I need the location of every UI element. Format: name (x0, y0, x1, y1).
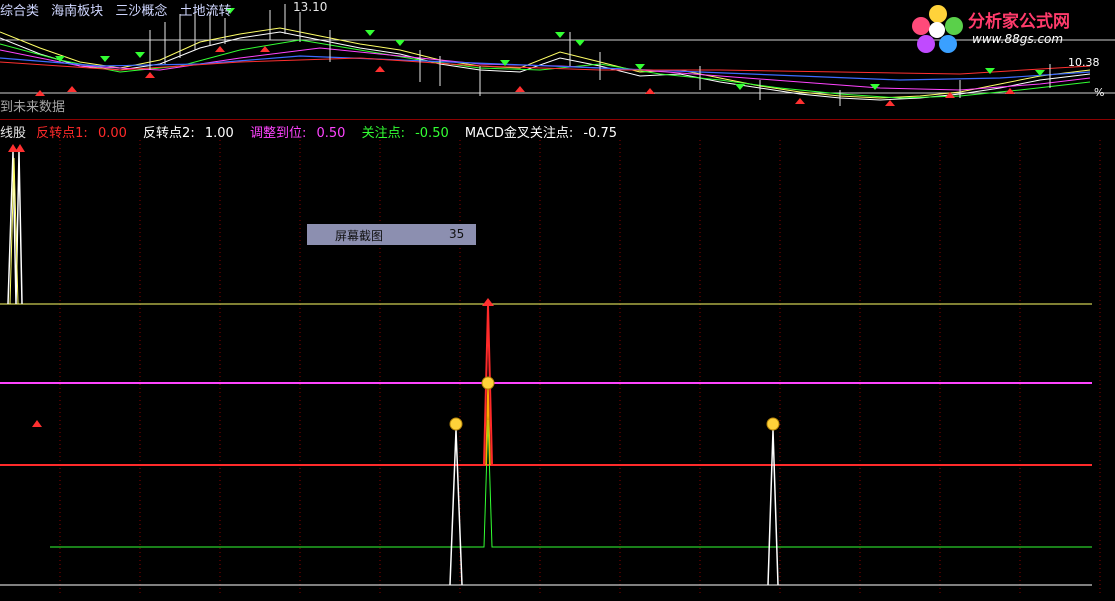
legend-label: 调整到位: (249, 126, 307, 141)
legend-value: -0.75 (583, 126, 618, 141)
left-spike-white (7, 151, 23, 305)
legend-value: -0.50 (415, 126, 449, 141)
legend-item-attention: 关注点: -0.50 (362, 126, 459, 141)
screenshot-count: 35 (449, 227, 465, 241)
legend-prefix: 线股 (0, 126, 27, 141)
legend-item-reversal1: 反转点1: 0.00 (36, 126, 137, 141)
coin-marker-icon (449, 376, 780, 431)
legend-value: 1.00 (204, 126, 234, 141)
legend-value: 0.50 (316, 126, 346, 141)
legend-label: 反转点2: (143, 126, 195, 141)
legend-label: 反转点1: (36, 126, 88, 141)
up-arrow-icon (8, 144, 494, 427)
indicator-legend: 线股 反转点1: 0.00 反转点2: 1.00 调整到位: 0.50 关注点:… (0, 122, 629, 141)
screenshot-label: 屏幕截图 (335, 229, 384, 243)
legend-label: 关注点: (361, 126, 405, 141)
legend-value: 0.00 (97, 126, 127, 141)
macd-spike-2 (767, 429, 779, 586)
indicator-panel[interactable] (0, 0, 1115, 601)
legend-item-adjust: 调整到位: 0.50 (250, 126, 356, 141)
legend-label: MACD金叉关注点: (464, 126, 574, 141)
attention-line (50, 419, 1092, 548)
macd-spike-1 (449, 429, 463, 586)
legend-item-reversal2: 反转点2: 1.00 (143, 126, 244, 141)
screenshot-tooltip[interactable]: 屏幕截图 35 (307, 224, 476, 245)
grid-vertical (59, 140, 1101, 595)
legend-item-macd: MACD金叉关注点: -0.75 (465, 126, 623, 141)
